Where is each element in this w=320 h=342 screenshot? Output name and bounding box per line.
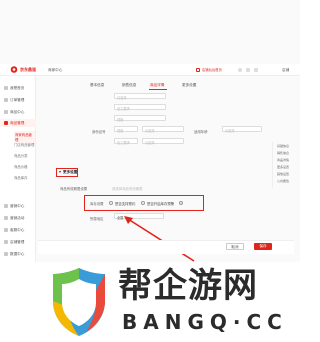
jd-logo-icon [10, 66, 18, 73]
bell-icon[interactable] [238, 68, 242, 72]
age-label: 适用年龄 [194, 130, 208, 134]
anchor-detail[interactable]: 商品详情 [277, 159, 289, 162]
select-d[interactable]: 请选择 [142, 138, 184, 145]
sidebar-item-product-management[interactable]: 商品管理 [0, 119, 36, 127]
anchor-more[interactable]: 更多设置 [277, 166, 289, 169]
headset-icon [4, 228, 8, 232]
select-a[interactable]: 规格 [114, 126, 138, 133]
settings-icon[interactable] [254, 68, 258, 72]
processing-field[interactable]: 加工要求 [114, 104, 166, 111]
tab-more-settings[interactable]: 更多设置 [182, 83, 196, 88]
tab-basic-info[interactable]: 基本信息 [90, 83, 104, 88]
chart-icon [4, 252, 8, 256]
order-icon [4, 98, 8, 102]
sidebar-item-products-center[interactable]: 商品中心 [0, 108, 36, 116]
anchor-basic[interactable]: 基础信息 [277, 145, 289, 148]
stock-warning-radio[interactable] [141, 200, 145, 205]
gift-icon [4, 216, 8, 220]
caret-down-icon [59, 171, 61, 173]
subitem-prices[interactable]: 商品价格 [14, 164, 28, 169]
user-name[interactable]: 店铺 [282, 68, 289, 73]
sidebar-item-orders[interactable]: 订单管理 [0, 96, 36, 104]
sidebar-item-store[interactable]: 店铺管理 [0, 238, 36, 246]
brand-name: 京东鼎道 [20, 67, 36, 72]
module-name: 商家中心 [48, 67, 63, 72]
tab-sales-info[interactable]: 销售信息 [122, 83, 136, 88]
sidebar: 我是首页 订单管理 商品中心 商品管理 商家商品管理 门店商品管理 商品分类 商… [0, 76, 36, 262]
watermark-title: 帮企游网 [118, 266, 258, 306]
megaphone-icon [4, 204, 8, 208]
sidebar-item-label: 商品管理 [10, 121, 25, 126]
reserve-radio[interactable] [109, 200, 113, 205]
anchor-other[interactable]: 其他设置 [277, 173, 289, 176]
anchor-public[interactable]: 公共属性 [277, 180, 289, 183]
id-number-label: 身份证号 [92, 130, 106, 134]
sidebar-item-label: 营销中心 [10, 204, 25, 209]
select-b[interactable]: 请选择 [142, 126, 184, 133]
box-icon [4, 110, 8, 114]
subitem-stock[interactable]: 商品库存 [14, 175, 28, 180]
watermark-subtitle: BANGQ·CC [122, 310, 288, 334]
validity-hint: 请选择商品有效期限 [112, 187, 143, 191]
store-icon [4, 240, 8, 244]
sidebar-item-label: 店铺管理 [10, 240, 25, 245]
product-icon [4, 121, 8, 125]
stock-warning-label: 是否开启库存预警 [147, 202, 175, 206]
spec-select-top[interactable]: 请选择 [114, 93, 166, 100]
sidebar-item-label: 客服中心 [10, 228, 25, 233]
tab-product-detail[interactable]: 商品详情 [150, 83, 164, 88]
sidebar-item-label: 我是首页 [10, 86, 25, 91]
sidebar-item-label: 数据中心 [10, 252, 25, 257]
save-button[interactable]: 保存 [254, 243, 272, 250]
app-window: 京东鼎道 商家中心 店铺后台首页 店铺 我是首页 订单管理 商品中心 商品管理 … [0, 0, 300, 262]
more-settings-title: 更多设置 [63, 169, 78, 174]
monitor-icon [196, 68, 200, 72]
sidebar-item-data[interactable]: 数据中心 [0, 250, 36, 258]
cancel-button[interactable]: 取消 [226, 243, 244, 250]
processing-sub-field[interactable]: 加工要求 [114, 138, 138, 145]
sidebar-item-label: 商品中心 [10, 110, 25, 115]
sidebar-item-home[interactable]: 我是首页 [0, 84, 36, 92]
stock-settings-label: 库存设置 [90, 202, 104, 206]
mail-icon[interactable] [246, 68, 250, 72]
anchor-panel: 基础信息 销售信息 商品详情 更多设置 其他设置 公共属性 [272, 142, 298, 188]
validity-label: 商品有效期限设置 [60, 187, 88, 191]
anchor-sales[interactable]: 销售信息 [277, 152, 289, 155]
shield-logo-icon [53, 268, 105, 336]
reserve-option-label: 是否支持预约 [115, 202, 136, 206]
sidebar-item-label: 订单管理 [10, 98, 25, 103]
watermark-area: 帮企游网 BANGQ·CC [0, 262, 300, 342]
sidebar-item-label: 营销活动 [10, 216, 25, 221]
info-icon[interactable]: i [179, 200, 183, 205]
sidebar-item-campaigns[interactable]: 营销活动 [0, 214, 36, 222]
sidebar-item-marketing[interactable]: 营销中心 [0, 202, 36, 210]
sidebar-item-service[interactable]: 客服中心 [0, 226, 36, 234]
spec-field[interactable]: 规格 [114, 115, 166, 122]
select-c[interactable]: 请选择 [222, 126, 262, 133]
subitem-categories[interactable]: 商品分类 [14, 153, 28, 158]
subitem-store-products[interactable]: 门店商品管理 [14, 142, 34, 147]
region-label: 所属地区 [90, 217, 104, 221]
home-icon [4, 86, 8, 90]
shop-home-link[interactable]: 店铺后台首页 [202, 68, 222, 72]
active-tab-indicator [149, 89, 167, 90]
